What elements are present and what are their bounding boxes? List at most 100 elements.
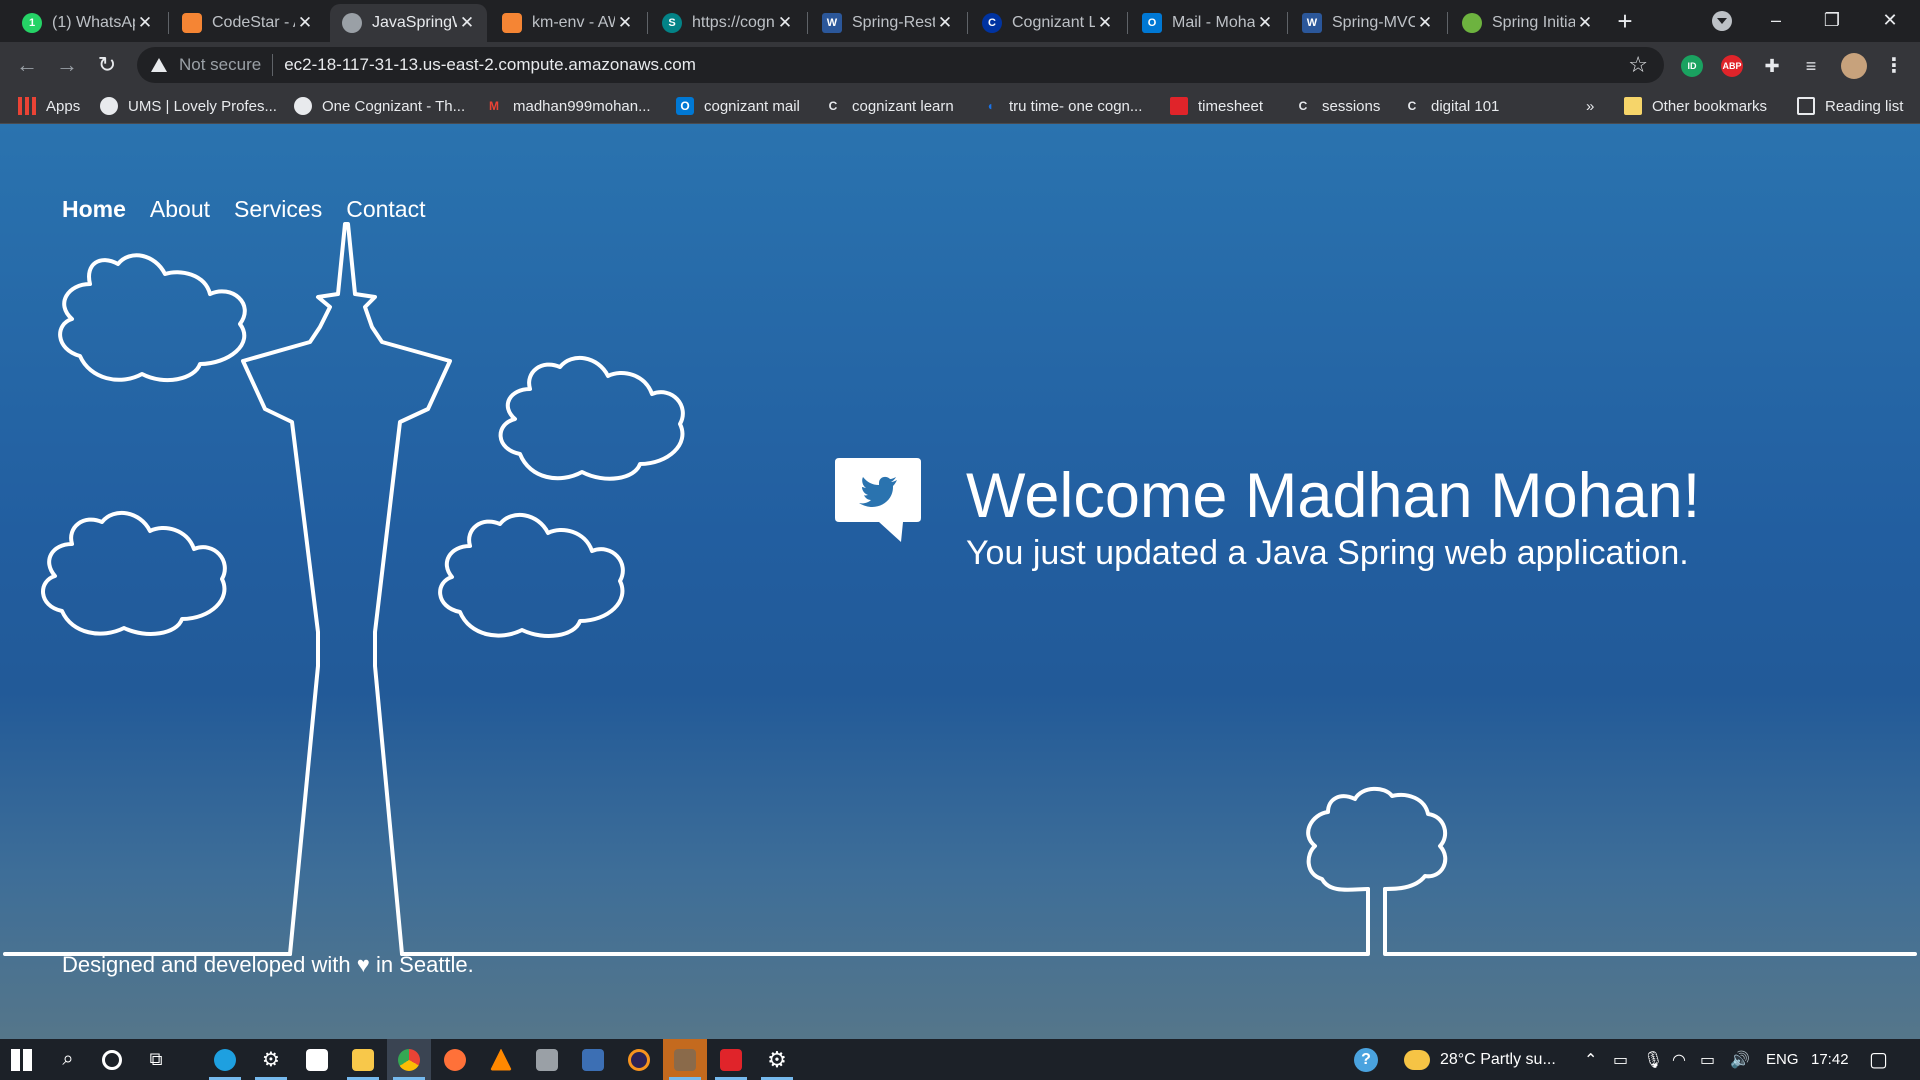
close-icon[interactable]: ✕ (1255, 13, 1275, 33)
cloud-1 (58, 253, 247, 383)
tab-codestar[interactable]: CodeStar - AWS ✕ (170, 4, 325, 42)
visual-studio-icon[interactable] (571, 1039, 615, 1080)
tab-spring-initializr[interactable]: Spring Initializr ✕ (1450, 4, 1605, 42)
nav-services[interactable]: Services (234, 196, 322, 223)
close-icon[interactable]: ✕ (615, 13, 635, 33)
settings-gear-icon[interactable]: ⚙ (249, 1039, 293, 1080)
bookmark-timesheet[interactable]: timesheet (1170, 95, 1263, 117)
extension-green-icon[interactable]: ID (1681, 55, 1703, 77)
media-queue-icon[interactable]: ≡ (1800, 55, 1822, 77)
bookmark-label: cognizant mail (704, 97, 800, 115)
nav-home[interactable]: Home (62, 196, 126, 223)
restore-icon[interactable]: ❐ (1812, 6, 1852, 34)
bookmark-apps[interactable]: Apps (18, 95, 80, 117)
tab-whatsapp[interactable]: 1 (1) WhatsApp ✕ (10, 4, 165, 42)
reload-icon[interactable]: ↻ (92, 50, 122, 80)
close-icon[interactable]: ✕ (1575, 13, 1595, 33)
word-icon: W (822, 13, 842, 33)
cloud-2 (498, 355, 685, 481)
close-icon[interactable]: ✕ (935, 13, 955, 33)
microphone-icon[interactable]: 🎙 (1643, 1039, 1663, 1080)
address-bar[interactable]: Not secure ec2-18-117-31-13.us-east-2.co… (137, 47, 1664, 83)
url-text[interactable]: ec2-18-117-31-13.us-east-2.compute.amazo… (284, 55, 696, 75)
task-view-icon[interactable]: ⧉ (134, 1039, 178, 1080)
tab-title: CodeStar - AWS (212, 14, 295, 31)
tab-km-env[interactable]: km-env - AWS ✕ (490, 4, 645, 42)
tab-cognizant-learn[interactable]: C Cognizant Learn ✕ (970, 4, 1125, 42)
bookmark-one-cognizant[interactable]: One Cognizant - Th... (294, 95, 465, 117)
other-bookmarks[interactable]: Other bookmarks (1624, 95, 1767, 117)
search-icon[interactable]: ⌕ (46, 1039, 90, 1080)
bookmark-cognizant-learn[interactable]: C cognizant learn (824, 95, 954, 117)
gear-app-icon[interactable]: ⚙ (755, 1039, 799, 1080)
tab-javaspringweb[interactable]: JavaSpringWeb ✕ (330, 4, 487, 42)
notifications-icon[interactable]: ▢ (1869, 1039, 1888, 1080)
close-icon[interactable]: ✕ (1095, 13, 1115, 33)
sharepoint-icon: S (662, 13, 682, 33)
profile-avatar[interactable] (1841, 53, 1867, 79)
new-tab-plus-icon[interactable]: + (1611, 8, 1639, 36)
reading-list-icon (1797, 97, 1815, 115)
edge-icon[interactable] (203, 1039, 247, 1080)
clock[interactable]: 17:42 (1811, 1039, 1849, 1080)
bookmark-gmail[interactable]: M madhan999mohan... (485, 95, 651, 117)
store-icon[interactable] (295, 1039, 339, 1080)
tab-spring-mvc[interactable]: W Spring-MVC ✕ (1290, 4, 1445, 42)
bookmarks-overflow-chevron-icon[interactable]: » (1586, 95, 1594, 117)
welcome-heading: Welcome Madhan Mohan! (966, 461, 1701, 531)
tab-mail[interactable]: O Mail - Mohan ✕ (1130, 4, 1285, 42)
cortana-circle-icon[interactable] (90, 1039, 134, 1080)
help-icon[interactable]: ? (1354, 1039, 1378, 1080)
eclipse-icon[interactable] (617, 1039, 661, 1080)
windows-start-icon[interactable] (0, 1039, 44, 1080)
battery-icon[interactable]: ▭ (1700, 1039, 1715, 1080)
language-indicator[interactable]: ENG (1766, 1039, 1799, 1080)
firefox-icon[interactable] (433, 1039, 477, 1080)
bookmark-star-icon[interactable]: ☆ (1628, 52, 1648, 78)
menu-kebab-icon[interactable]: ⋮ (1883, 55, 1905, 77)
adblock-plus-icon[interactable]: ABP (1721, 55, 1743, 77)
tab-sharepoint[interactable]: S https://cognizant ✕ (650, 4, 805, 42)
nav-contact[interactable]: Contact (346, 196, 425, 223)
bookmark-label: Other bookmarks (1652, 97, 1768, 115)
tray-chevron-icon[interactable]: ⌃ (1584, 1039, 1597, 1080)
bookmark-digital-101[interactable]: C digital 101 (1403, 95, 1500, 117)
extensions-puzzle-icon[interactable]: ✚ (1761, 55, 1783, 77)
tab-search-icon[interactable] (1712, 11, 1732, 31)
whatsapp-icon: 1 (22, 13, 42, 33)
close-icon[interactable]: ✕ (775, 13, 795, 33)
close-icon[interactable]: ✕ (135, 13, 155, 33)
wifi-icon[interactable]: ◠ (1672, 1039, 1686, 1080)
forward-arrow-icon[interactable]: → (52, 50, 82, 80)
back-arrow-icon[interactable]: ← (12, 50, 42, 80)
window-close-icon[interactable]: ✕ (1870, 6, 1910, 34)
bookmark-ums[interactable]: UMS | Lovely Profes... (100, 95, 277, 117)
bookmark-label: One Cognizant - Th... (322, 97, 466, 115)
bookmark-sessions[interactable]: C sessions (1294, 95, 1381, 117)
bookmark-label: Reading list (1825, 97, 1904, 115)
tab-spring-rest[interactable]: W Spring-Rest ✕ (810, 4, 965, 42)
camera-icon[interactable] (525, 1039, 569, 1080)
meet-now-icon[interactable]: ▭ (1613, 1039, 1628, 1080)
nav-about[interactable]: About (150, 196, 210, 223)
minimize-icon[interactable]: – (1756, 6, 1796, 34)
chrome-icon[interactable] (387, 1039, 431, 1080)
acrobat-icon[interactable] (709, 1039, 753, 1080)
close-icon[interactable]: ✕ (457, 13, 477, 33)
app-orange-icon[interactable] (663, 1039, 707, 1080)
file-explorer-icon[interactable] (341, 1039, 385, 1080)
close-icon[interactable]: ✕ (295, 13, 315, 33)
vlc-icon[interactable] (479, 1039, 523, 1080)
tab-title: Spring-Rest (852, 14, 935, 31)
bookmark-label: tru time- one cogn... (1009, 97, 1143, 115)
reading-list[interactable]: Reading list (1797, 95, 1903, 117)
weather-widget[interactable]: 28°C Partly su... (1404, 1039, 1556, 1080)
tab-title: https://cognizant (692, 14, 775, 31)
not-secure-label[interactable]: Not secure (179, 55, 261, 75)
globe-icon (294, 97, 312, 115)
warning-triangle-icon[interactable] (151, 58, 167, 72)
volume-icon[interactable]: 🔊 (1730, 1039, 1750, 1080)
close-icon[interactable]: ✕ (1415, 13, 1435, 33)
bookmark-tru-time[interactable]: ◖ tru time- one cogn... (981, 95, 1142, 117)
bookmark-cognizant-mail[interactable]: O cognizant mail (676, 95, 800, 117)
